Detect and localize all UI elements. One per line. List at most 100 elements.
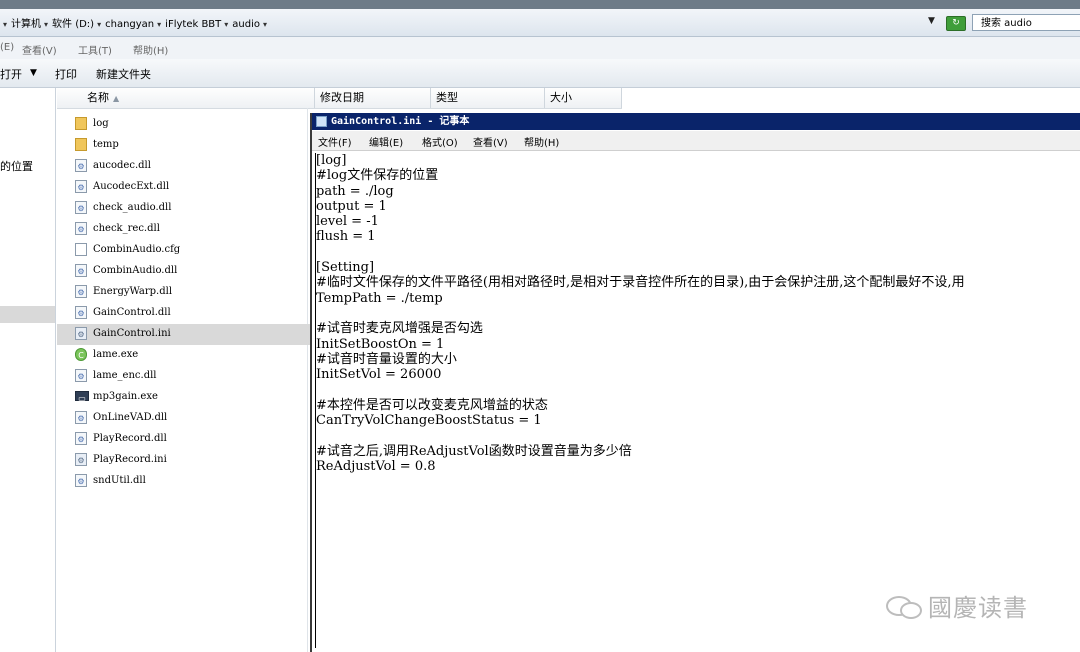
chevron-right-icon[interactable]: ▾ — [3, 20, 7, 29]
search-input[interactable]: 搜索 audio — [972, 14, 1080, 31]
dll-icon: ⚙ — [75, 264, 87, 277]
breadcrumb-item[interactable]: 计算机 — [11, 19, 41, 30]
new-folder-button[interactable]: 新建文件夹 — [96, 66, 151, 82]
breadcrumb: ▾ 计算机 ▾ 软件 (D:) ▾ changyan ▾ iFlytek BBT ▾ audio ▾ — [0, 15, 271, 30]
column-header-name[interactable]: 名称 ▲ — [57, 88, 315, 108]
address-history-dropdown-icon[interactable]: ▼ — [928, 16, 935, 26]
chevron-right-icon[interactable]: ▾ — [157, 20, 161, 29]
file-name: CombinAudio.cfg — [93, 244, 181, 255]
column-headers: 名称 ▲ 修改日期 类型 大小 — [57, 88, 622, 109]
chevron-right-icon[interactable]: ▾ — [44, 20, 48, 29]
file-name: log — [93, 118, 109, 129]
breadcrumb-item[interactable]: changyan — [105, 19, 154, 30]
notepad-icon — [316, 116, 327, 127]
dll-icon: ⚙ — [75, 306, 87, 319]
file-name: temp — [93, 139, 119, 150]
sort-ascending-icon: ▲ — [113, 94, 120, 103]
folder-icon — [75, 138, 87, 151]
file-row[interactable]: Clame.exe — [69, 345, 309, 366]
folder-icon — [75, 117, 87, 130]
chevron-down-icon[interactable]: ▼ — [30, 68, 37, 78]
file-name: aucodec.dll — [93, 160, 151, 171]
dll-icon: ⚙ — [75, 432, 87, 445]
menu-tools[interactable]: 工具(T) — [78, 42, 112, 57]
column-header-name-label: 名称 — [87, 91, 109, 104]
open-button[interactable]: 打开 — [0, 66, 22, 82]
refresh-icon[interactable]: ↻ — [946, 16, 966, 31]
wechat-icon — [886, 592, 922, 619]
file-row[interactable]: ⚙ check_audio.dll — [69, 198, 309, 219]
navigation-pane[interactable]: 的位置 — [0, 88, 56, 652]
cfg-file-icon — [75, 243, 87, 256]
file-row[interactable]: ⚙ PlayRecord.ini — [69, 450, 309, 471]
menu-edit[interactable]: (E) — [0, 42, 14, 53]
file-name: mp3gain.exe — [93, 391, 158, 402]
file-name: GainControl.ini — [93, 328, 171, 339]
nav-item-label[interactable]: 的位置 — [0, 158, 33, 174]
menu-edit[interactable]: 编辑(E) — [369, 134, 403, 149]
file-name: CombinAudio.dll — [93, 265, 178, 276]
file-name: sndUtil.dll — [93, 475, 146, 486]
explorer-menu-bar: (E) 查看(V) 工具(T) 帮助(H) — [0, 37, 1080, 59]
dll-icon: ⚙ — [75, 369, 87, 382]
file-row[interactable]: ⚙ check_rec.dll — [69, 219, 309, 240]
file-row[interactable]: ⚙ GainControl.ini — [57, 324, 321, 345]
notepad-window: GainControl.ini - 记事本 文件(F) 编辑(E) 格式(O) … — [310, 113, 1080, 652]
console-exe-icon: ▭ — [75, 391, 89, 403]
dll-icon: ⚙ — [75, 159, 87, 172]
breadcrumb-item[interactable]: audio — [232, 19, 260, 30]
notepad-title: GainControl.ini - 记事本 — [331, 116, 470, 127]
file-row[interactable]: CombinAudio.cfg — [69, 240, 309, 261]
file-row[interactable]: ⚙ AucodecExt.dll — [69, 177, 309, 198]
file-name: PlayRecord.dll — [93, 433, 167, 444]
menu-file[interactable]: 文件(F) — [318, 134, 352, 149]
file-name: check_audio.dll — [93, 202, 172, 213]
file-name: AucodecExt.dll — [93, 181, 170, 192]
explorer-toolbar: 打开 ▼ 打印 新建文件夹 — [0, 59, 1080, 88]
menu-view[interactable]: 查看(V) — [22, 42, 57, 57]
column-header-type[interactable]: 类型 — [431, 88, 545, 108]
menu-help[interactable]: 帮助(H) — [133, 42, 168, 57]
dll-icon: ⚙ — [75, 474, 87, 487]
file-row[interactable]: ⚙ PlayRecord.dll — [69, 429, 309, 450]
file-row[interactable]: ⚙ lame_enc.dll — [69, 366, 309, 387]
file-row[interactable]: ⚙ EnergyWarp.dll — [69, 282, 309, 303]
breadcrumb-item[interactable]: 软件 (D:) — [52, 19, 94, 30]
notepad-title-bar[interactable]: GainControl.ini - 记事本 — [312, 113, 1080, 130]
file-row[interactable]: ⚙ aucodec.dll — [69, 156, 309, 177]
dll-icon: ⚙ — [75, 180, 87, 193]
file-row[interactable]: ⚙ CombinAudio.dll — [69, 261, 309, 282]
window-top-edge — [0, 0, 1080, 9]
menu-format[interactable]: 格式(O) — [422, 134, 458, 149]
menu-help[interactable]: 帮助(H) — [524, 134, 559, 149]
file-name: lame.exe — [93, 349, 139, 360]
notepad-menu-bar: 文件(F) 编辑(E) 格式(O) 查看(V) 帮助(H) — [312, 131, 1080, 151]
menu-view[interactable]: 查看(V) — [473, 134, 508, 149]
column-header-size[interactable]: 大小 — [545, 88, 622, 108]
column-header-modified[interactable]: 修改日期 — [315, 88, 431, 108]
file-name: GainControl.dll — [93, 307, 171, 318]
nav-item-selected[interactable] — [0, 306, 55, 323]
dll-icon: ⚙ — [75, 222, 87, 235]
chevron-right-icon[interactable]: ▾ — [224, 20, 228, 29]
notepad-text-area[interactable]: [log] #log文件保存的位置 path = ./log output = … — [315, 153, 1080, 648]
chevron-right-icon[interactable]: ▾ — [97, 20, 101, 29]
address-bar[interactable]: ▾ 计算机 ▾ 软件 (D:) ▾ changyan ▾ iFlytek BBT ▾ audio ▾… — [0, 9, 1080, 37]
dll-icon: ⚙ — [75, 411, 87, 424]
file-row[interactable]: ⚙ OnLineVAD.dll — [69, 408, 309, 429]
ini-file-icon: ⚙ — [75, 453, 87, 466]
dll-icon: ⚙ — [75, 285, 87, 298]
chevron-down-icon[interactable]: ▾ — [263, 20, 267, 29]
file-name: PlayRecord.ini — [93, 454, 167, 465]
file-row[interactable]: temp — [69, 135, 309, 156]
file-row[interactable]: log — [69, 114, 309, 135]
ini-file-icon: ⚙ — [75, 327, 87, 340]
breadcrumb-item[interactable]: iFlytek BBT — [165, 19, 221, 30]
file-row[interactable]: ⚙ GainControl.dll — [69, 303, 309, 324]
print-button[interactable]: 打印 — [55, 66, 77, 82]
file-name: OnLineVAD.dll — [93, 412, 168, 423]
file-row[interactable]: ⚙ sndUtil.dll — [69, 471, 309, 492]
file-row[interactable]: ▭ mp3gain.exe — [69, 387, 309, 408]
file-name: EnergyWarp.dll — [93, 286, 173, 297]
exe-icon: C — [75, 348, 87, 361]
